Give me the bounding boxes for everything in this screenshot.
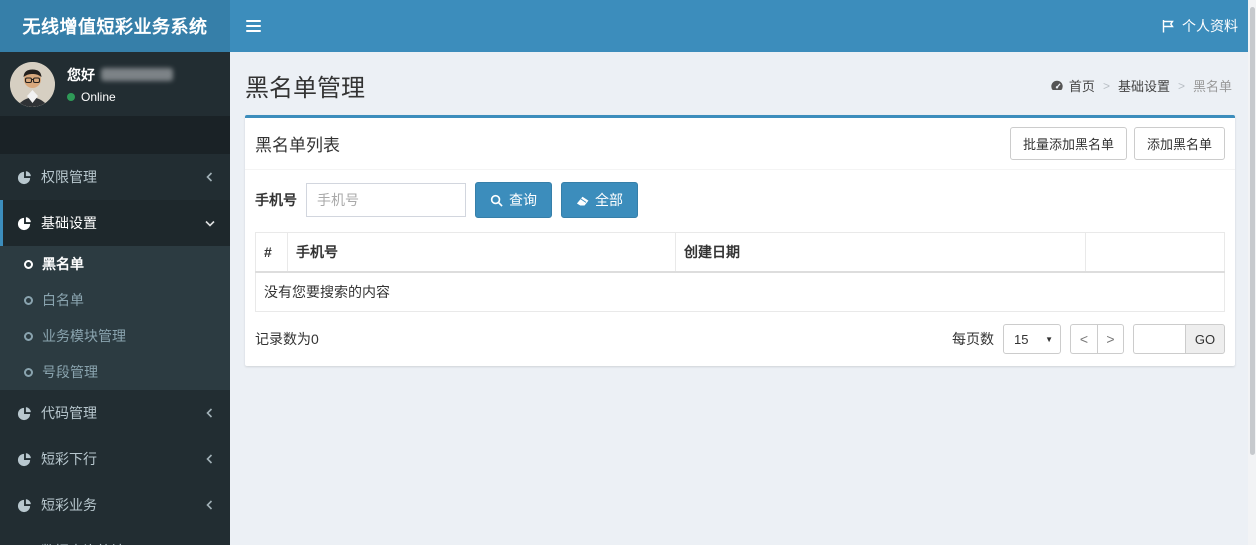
column-header-actions (1085, 232, 1225, 273)
submenu-item-blacklist[interactable]: 黑名单 (0, 246, 230, 282)
pagination-controls: 每页数 15 ▼ < > GO (952, 324, 1225, 354)
breadcrumb-separator: > (1177, 78, 1185, 93)
breadcrumb-separator: > (1102, 78, 1110, 93)
next-page-button[interactable]: > (1097, 324, 1124, 354)
query-button[interactable]: 查询 (475, 182, 552, 218)
sidebar-menu: 权限管理 基础设置 黑名单 白名单 业务模块管理 号段管理 代码管理 短彩下行 … (0, 154, 230, 545)
pie-chart-icon (17, 498, 31, 512)
column-header-index: # (255, 232, 288, 273)
hamburger-icon (245, 20, 261, 32)
caret-down-icon: ▼ (1045, 334, 1053, 344)
top-navbar: 个人资料 (230, 0, 1256, 52)
sidebar-item-basic-settings[interactable]: 基础设置 黑名单 白名单 业务模块管理 号段管理 (0, 200, 230, 390)
profile-label: 个人资料 (1182, 18, 1238, 34)
user-name-redacted (101, 68, 173, 81)
breadcrumb: 首页 > 基础设置 > 黑名单 (1050, 76, 1232, 95)
page-size-value: 15 (1014, 331, 1029, 347)
pie-chart-icon (17, 216, 31, 230)
sidebar-item-data-query-stats[interactable]: 数据查询统计 (0, 528, 230, 545)
phone-input[interactable] (306, 183, 466, 217)
submenu-item-number-segment-mgmt[interactable]: 号段管理 (0, 354, 230, 390)
page-size-label: 每页数 (952, 331, 994, 347)
user-greeting: 您好 (67, 66, 95, 83)
user-info: 您好 Online (67, 65, 173, 104)
go-button[interactable]: GO (1185, 324, 1225, 354)
column-header-created-date: 创建日期 (675, 232, 1086, 273)
sidebar-item-code-mgmt[interactable]: 代码管理 (0, 390, 230, 436)
all-button[interactable]: 全部 (561, 182, 638, 218)
sidebar-item-permission-mgmt[interactable]: 权限管理 (0, 154, 230, 200)
blacklist-table: # 手机号 创建日期 没有您要搜索的内容 (255, 232, 1225, 312)
blacklist-panel: 黑名单列表 批量添加黑名单 添加黑名单 手机号 查询 (245, 115, 1235, 366)
breadcrumb-basic-settings[interactable]: 基础设置 (1118, 76, 1170, 95)
pie-chart-icon (17, 452, 31, 466)
app-header: 无线增值短彩业务系统 个人资料 (0, 0, 1256, 52)
panel-header: 黑名单列表 批量添加黑名单 添加黑名单 (245, 118, 1235, 170)
circle-o-icon (24, 331, 33, 341)
user-status: Online (67, 90, 173, 104)
eraser-icon (576, 196, 589, 206)
chevron-left-icon (206, 500, 213, 510)
sidebar-item-sms-business[interactable]: 短彩业务 (0, 482, 230, 528)
goto-page-input[interactable] (1133, 324, 1185, 354)
sidebar-item-sms-downlink[interactable]: 短彩下行 (0, 436, 230, 482)
content-area: 黑名单管理 首页 > 基础设置 > 黑名单 黑名单列表 批量添加黑名单 添加黑名… (230, 52, 1256, 545)
circle-o-icon (24, 259, 33, 269)
page-title: 黑名单管理 (245, 75, 365, 102)
app-title: 无线增值短彩业务系统 (22, 17, 208, 37)
breadcrumb-current: 黑名单 (1192, 79, 1232, 94)
scrollbar-track[interactable] (1248, 0, 1256, 545)
online-dot-icon (67, 92, 75, 101)
panel-title: 黑名单列表 (255, 136, 340, 155)
table-footer: 记录数为0 每页数 15 ▼ < > GO (255, 324, 1225, 354)
prev-page-button[interactable]: < (1070, 324, 1097, 354)
table-empty-row: 没有您要搜索的内容 (255, 271, 1225, 312)
chevron-left-icon (206, 408, 213, 418)
panel-body: 手机号 查询 全部 (245, 170, 1235, 366)
circle-o-icon (24, 295, 33, 305)
record-count: 记录数为0 (255, 331, 319, 347)
profile-link[interactable]: 个人资料 (1143, 0, 1256, 52)
avatar (10, 61, 55, 107)
chevron-left-icon (206, 172, 213, 182)
submenu-basic-settings: 黑名单 白名单 业务模块管理 号段管理 (0, 246, 230, 390)
batch-add-blacklist-button[interactable]: 批量添加黑名单 (1009, 127, 1127, 160)
add-blacklist-button[interactable]: 添加黑名单 (1133, 127, 1225, 160)
user-panel: 您好 Online (0, 52, 230, 116)
page-size-select[interactable]: 15 ▼ (1003, 324, 1061, 354)
submenu-item-business-module-mgmt[interactable]: 业务模块管理 (0, 318, 230, 354)
chevron-down-icon (205, 220, 215, 227)
scrollbar-thumb[interactable] (1249, 7, 1255, 455)
phone-field-label: 手机号 (255, 192, 297, 208)
online-label: Online (81, 89, 116, 104)
pie-chart-icon (17, 406, 31, 420)
content-header: 黑名单管理 首页 > 基础设置 > 黑名单 (230, 52, 1256, 115)
empty-state-text: 没有您要搜索的内容 (255, 271, 1225, 312)
sidebar-divider (0, 116, 230, 154)
sidebar-toggle-button[interactable] (230, 0, 276, 52)
dashboard-icon (1051, 80, 1063, 90)
search-icon (490, 194, 503, 207)
chevron-left-icon (206, 454, 213, 464)
breadcrumb-home[interactable]: 首页 (1050, 76, 1095, 95)
app-logo[interactable]: 无线增值短彩业务系统 (0, 0, 230, 52)
pie-chart-icon (17, 170, 31, 184)
column-header-phone: 手机号 (287, 232, 676, 273)
circle-o-icon (24, 367, 33, 377)
sidebar: 您好 Online 权限管理 基础设置 黑名单 白名单 业务模块管理 号段管理 … (0, 52, 230, 545)
search-form: 手机号 查询 全部 (255, 178, 1225, 220)
table-header-row: # 手机号 创建日期 (255, 232, 1225, 273)
submenu-item-whitelist[interactable]: 白名单 (0, 282, 230, 318)
flag-icon (1162, 20, 1174, 33)
